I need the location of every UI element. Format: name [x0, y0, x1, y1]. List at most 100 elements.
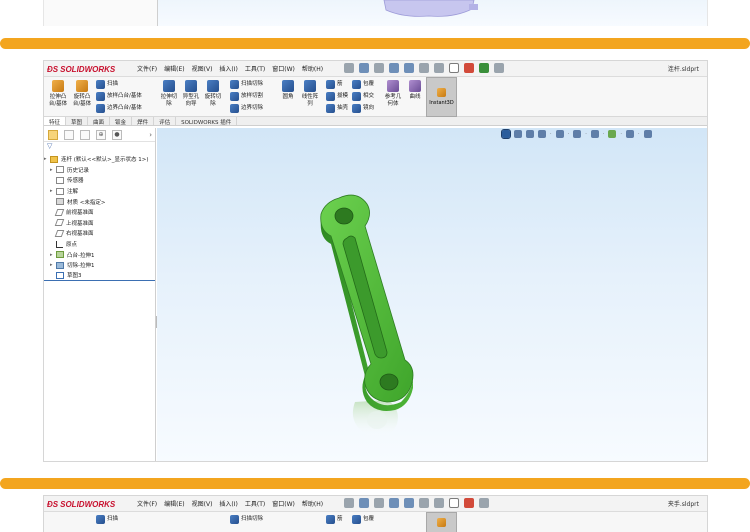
boundary-boss-button[interactable]: 边界凸台/基体 [96, 104, 142, 113]
pin-icon[interactable] [344, 63, 354, 73]
tree-item-boss-extrude[interactable]: ▸ 凸台-拉伸1 [44, 249, 155, 260]
menu-insert[interactable]: 插入(I) [219, 499, 237, 508]
linear-pattern-button[interactable]: 线性阵 列 [299, 80, 321, 108]
menu-edit[interactable]: 编辑(E) [164, 499, 184, 508]
tree-root-part[interactable]: ▸ 连杆 (默认<<默认>_显示状态 1>) [44, 154, 155, 165]
revolve-boss-button[interactable]: 旋转凸 台/基体 [71, 80, 93, 108]
solidworks-logo[interactable]: ƉS SOLIDWORKS [47, 63, 115, 75]
property-manager-tab-icon[interactable] [64, 129, 74, 140]
dropdown-icon[interactable]: · [585, 131, 587, 137]
zoom-area-icon[interactable] [514, 130, 522, 138]
tree-item-cut-extrude[interactable]: ▸ 切除-拉伸1 [44, 260, 155, 271]
tab-features[interactable]: 特征 [44, 117, 67, 126]
home-icon[interactable] [359, 498, 369, 508]
tab-evaluate[interactable]: 评估 [154, 117, 177, 126]
menu-view[interactable]: 视图(V) [192, 499, 213, 508]
menu-insert[interactable]: 插入(I) [219, 64, 237, 73]
view-settings-icon[interactable] [643, 130, 652, 138]
previous-view-icon[interactable] [526, 130, 534, 138]
shell-button[interactable]: 抽壳 [326, 104, 348, 113]
section-view-icon[interactable] [538, 130, 546, 138]
home-icon[interactable] [359, 63, 369, 73]
pin-icon[interactable] [344, 498, 354, 508]
tree-item-sketch[interactable]: 草图3 [44, 271, 155, 282]
tab-weldments[interactable]: 焊件 [132, 117, 155, 126]
fillet-button[interactable]: 圆角 [277, 80, 299, 108]
save-icon[interactable] [404, 498, 414, 508]
print-icon[interactable] [419, 63, 429, 73]
save-icon[interactable] [404, 63, 414, 73]
reference-geometry-button[interactable]: 参考几 何体 [382, 80, 404, 108]
tab-solidworks-addins[interactable]: SOLIDWORKS 插件 [176, 117, 238, 126]
solidworks-logo[interactable]: ƉS SOLIDWORKS [47, 498, 115, 510]
hide-show-items-icon[interactable] [590, 130, 599, 138]
menu-edit[interactable]: 编辑(E) [164, 64, 184, 73]
wrap-button[interactable]: 包覆 [352, 80, 374, 89]
sweep-button[interactable]: 扫描 [96, 80, 142, 89]
open-icon[interactable] [389, 63, 399, 73]
new-document-icon[interactable] [374, 498, 384, 508]
menu-window[interactable]: 窗口(W) [272, 499, 295, 508]
wrap-button[interactable]: 包覆 [352, 515, 374, 524]
instant3d-button[interactable]: Instant3D [426, 77, 457, 117]
menu-file[interactable]: 文件(F) [137, 64, 157, 73]
draft-button[interactable]: 拔模 [326, 92, 348, 101]
dimxpert-tab-icon[interactable]: ⊕ [96, 129, 106, 140]
tab-sheet-metal[interactable]: 钣金 [110, 117, 133, 126]
hole-wizard-button[interactable]: 异型孔 向导 [180, 80, 202, 108]
tree-item-origin[interactable]: 原点 [44, 239, 155, 250]
menu-tools[interactable]: 工具(T) [245, 64, 265, 73]
dropdown-icon[interactable]: · [638, 131, 640, 137]
filter-icon[interactable]: ▽ [44, 142, 155, 154]
chevron-right-icon[interactable]: › [149, 131, 152, 139]
tree-item-material[interactable]: 材质 <未指定> [44, 196, 155, 207]
extrude-cut-button[interactable]: 拉伸切 除 [158, 80, 180, 108]
intersect-button[interactable]: 相交 [352, 92, 374, 101]
print-icon[interactable] [419, 498, 429, 508]
select-icon[interactable] [449, 498, 459, 508]
instant3d-button[interactable] [426, 512, 457, 532]
loft-boss-button[interactable]: 放样凸台/基体 [96, 92, 142, 101]
undo-icon[interactable] [434, 498, 444, 508]
graphics-area[interactable]: · · · · · · [157, 128, 707, 461]
menu-window[interactable]: 窗口(W) [272, 64, 295, 73]
zoom-to-fit-icon[interactable] [501, 129, 511, 139]
new-document-icon[interactable] [374, 63, 384, 73]
dropdown-icon[interactable]: · [550, 131, 552, 137]
rebuild-icon[interactable] [464, 63, 474, 73]
display-style-icon[interactable] [573, 130, 582, 138]
menu-tools[interactable]: 工具(T) [245, 499, 265, 508]
edit-appearance-icon[interactable] [608, 130, 617, 138]
apply-scene-icon[interactable] [625, 130, 634, 138]
sweep-button[interactable]: 扫描 [96, 515, 118, 524]
feature-tree-tab-icon[interactable] [48, 129, 58, 140]
view-orientation-icon[interactable] [555, 130, 564, 138]
swept-cut-button[interactable]: 扫描切除 [230, 515, 263, 524]
menu-help[interactable]: 帮助(H) [302, 499, 323, 508]
tab-sketch[interactable]: 草图 [66, 117, 89, 126]
dropdown-icon[interactable]: · [568, 131, 570, 137]
tree-item-sensors[interactable]: 传感器 [44, 175, 155, 186]
open-icon[interactable] [389, 498, 399, 508]
select-icon[interactable] [449, 63, 459, 73]
file-properties-icon[interactable] [479, 63, 489, 73]
menu-file[interactable]: 文件(F) [137, 499, 157, 508]
mirror-button[interactable]: 镜向 [352, 104, 374, 113]
revolve-cut-button[interactable]: 旋转切 除 [202, 80, 224, 108]
options-gear-icon[interactable] [479, 498, 489, 508]
rebuild-icon[interactable] [464, 498, 474, 508]
undo-icon[interactable] [434, 63, 444, 73]
swept-cut-button[interactable]: 扫描切除 [230, 80, 263, 89]
lofted-cut-button[interactable]: 放样切割 [230, 92, 263, 101]
menu-help[interactable]: 帮助(H) [302, 64, 323, 73]
tree-item-front-plane[interactable]: 前视基准面 [44, 207, 155, 218]
configuration-manager-tab-icon[interactable] [80, 129, 90, 140]
tree-item-history[interactable]: ▸ 历史记录 [44, 165, 155, 176]
menu-view[interactable]: 视图(V) [192, 64, 213, 73]
connecting-rod-model[interactable] [317, 192, 427, 462]
tree-item-top-plane[interactable]: 上视基准面 [44, 218, 155, 229]
options-gear-icon[interactable] [494, 63, 504, 73]
boundary-cut-button[interactable]: 边界切除 [230, 104, 263, 113]
tree-item-right-plane[interactable]: 右视基准面 [44, 228, 155, 239]
curves-button[interactable]: 曲线 [404, 80, 426, 108]
